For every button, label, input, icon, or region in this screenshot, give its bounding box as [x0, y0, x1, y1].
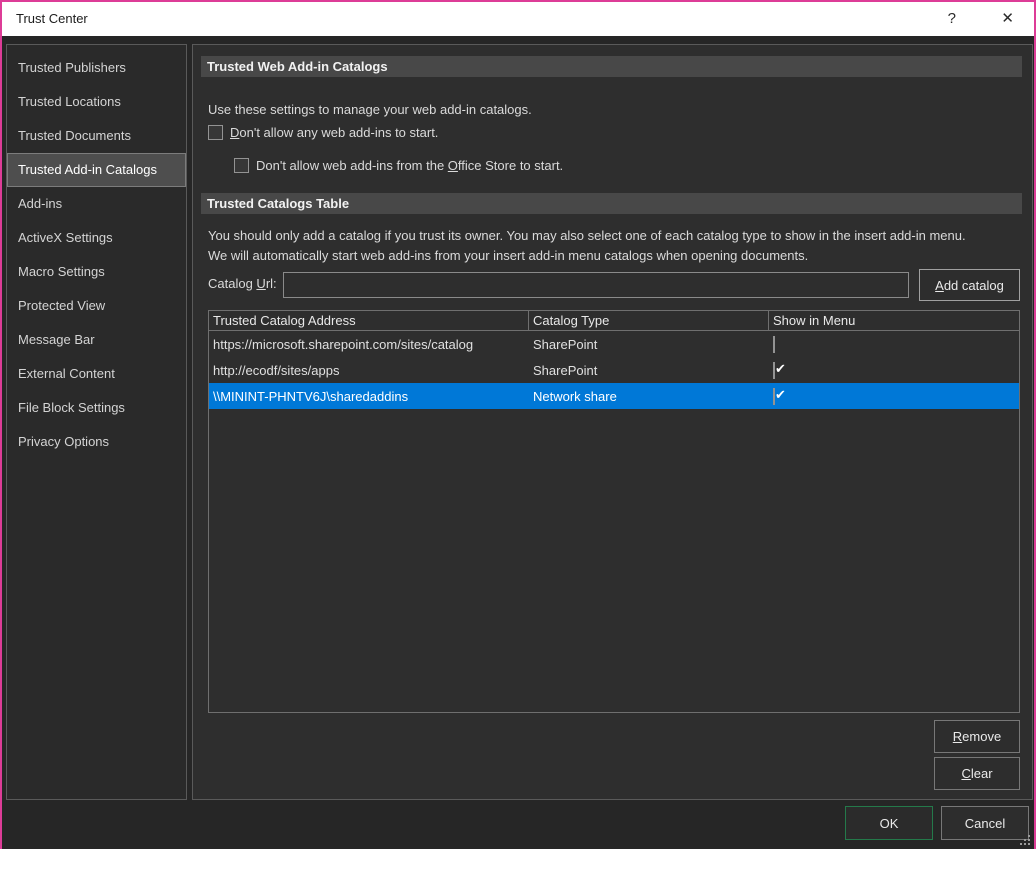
catalog-address: \\MININT-PHNTV6J\sharedaddins — [209, 389, 529, 404]
sidebar-item-protected-view[interactable]: Protected View — [7, 289, 186, 323]
cancel-button[interactable]: Cancel — [941, 806, 1029, 840]
sidebar-item-activex-settings[interactable]: ActiveX Settings — [7, 221, 186, 255]
main-panel: Trusted Web Add-in Catalogs Use these se… — [192, 44, 1033, 800]
catalog-type: SharePoint — [529, 337, 769, 352]
sidebar-item-message-bar[interactable]: Message Bar — [7, 323, 186, 357]
sidebar-item-file-block-settings[interactable]: File Block Settings — [7, 391, 186, 425]
catalog-url-label: Catalog Url: — [208, 276, 277, 291]
dont-allow-store-addins-row: Don't allow web add-ins from the Office … — [234, 158, 563, 173]
trust-center-dialog: Trust Center ? ✕ Trusted Publishers Trus… — [0, 0, 1036, 849]
column-header-address: Trusted Catalog Address — [209, 311, 529, 330]
table-header-row: Trusted Catalog Address Catalog Type Sho… — [209, 311, 1019, 331]
dont-allow-store-addins-label: Don't allow web add-ins from the Office … — [256, 158, 563, 173]
trusted-catalogs-description: You should only add a catalog if you tru… — [208, 226, 968, 266]
section-header-trusted-catalogs-table: Trusted Catalogs Table — [201, 193, 1022, 214]
column-header-show-in-menu: Show in Menu — [769, 311, 1019, 330]
sidebar-item-trusted-documents[interactable]: Trusted Documents — [7, 119, 186, 153]
close-icon[interactable]: ✕ — [1001, 2, 1014, 36]
show-in-menu-checkbox[interactable] — [773, 388, 775, 405]
web-addin-description: Use these settings to manage your web ad… — [208, 102, 532, 117]
sidebar-item-external-content[interactable]: External Content — [7, 357, 186, 391]
table-row[interactable]: https://microsoft.sharepoint.com/sites/c… — [209, 331, 1019, 357]
sidebar-item-macro-settings[interactable]: Macro Settings — [7, 255, 186, 289]
window-title: Trust Center — [16, 2, 88, 36]
table-row[interactable]: \\MININT-PHNTV6J\sharedaddins Network sh… — [209, 383, 1019, 409]
show-in-menu-checkbox[interactable] — [773, 362, 775, 379]
catalog-url-input[interactable] — [283, 272, 909, 298]
trusted-catalogs-table: Trusted Catalog Address Catalog Type Sho… — [208, 310, 1020, 713]
resize-grip-icon[interactable] — [1020, 835, 1031, 846]
remove-button[interactable]: Remove — [934, 720, 1020, 753]
title-bar: Trust Center ? ✕ — [2, 2, 1034, 36]
dont-allow-any-addins-checkbox[interactable] — [208, 125, 223, 140]
sidebar-item-trusted-locations[interactable]: Trusted Locations — [7, 85, 186, 119]
table-row[interactable]: http://ecodf/sites/apps SharePoint — [209, 357, 1019, 383]
section-header-web-addin-catalogs: Trusted Web Add-in Catalogs — [201, 56, 1022, 77]
sidebar-item-trusted-publishers[interactable]: Trusted Publishers — [7, 51, 186, 85]
catalog-type: Network share — [529, 389, 769, 404]
sidebar: Trusted Publishers Trusted Locations Tru… — [6, 44, 187, 800]
dont-allow-store-addins-checkbox[interactable] — [234, 158, 249, 173]
clear-button[interactable]: Clear — [934, 757, 1020, 790]
sidebar-item-privacy-options[interactable]: Privacy Options — [7, 425, 186, 459]
show-in-menu-checkbox[interactable] — [773, 336, 775, 353]
sidebar-item-trusted-addin-catalogs[interactable]: Trusted Add-in Catalogs — [7, 153, 186, 187]
column-header-type: Catalog Type — [529, 311, 769, 330]
sidebar-item-addins[interactable]: Add-ins — [7, 187, 186, 221]
dont-allow-any-addins-label: Don't allow any web add-ins to start. — [230, 125, 438, 140]
ok-button[interactable]: OK — [845, 806, 933, 840]
catalog-type: SharePoint — [529, 363, 769, 378]
catalog-address: http://ecodf/sites/apps — [209, 363, 529, 378]
dont-allow-any-addins-row: Don't allow any web add-ins to start. — [208, 125, 438, 140]
catalog-address: https://microsoft.sharepoint.com/sites/c… — [209, 337, 529, 352]
add-catalog-button[interactable]: Add catalog — [919, 269, 1020, 301]
help-icon[interactable]: ? — [948, 2, 956, 36]
